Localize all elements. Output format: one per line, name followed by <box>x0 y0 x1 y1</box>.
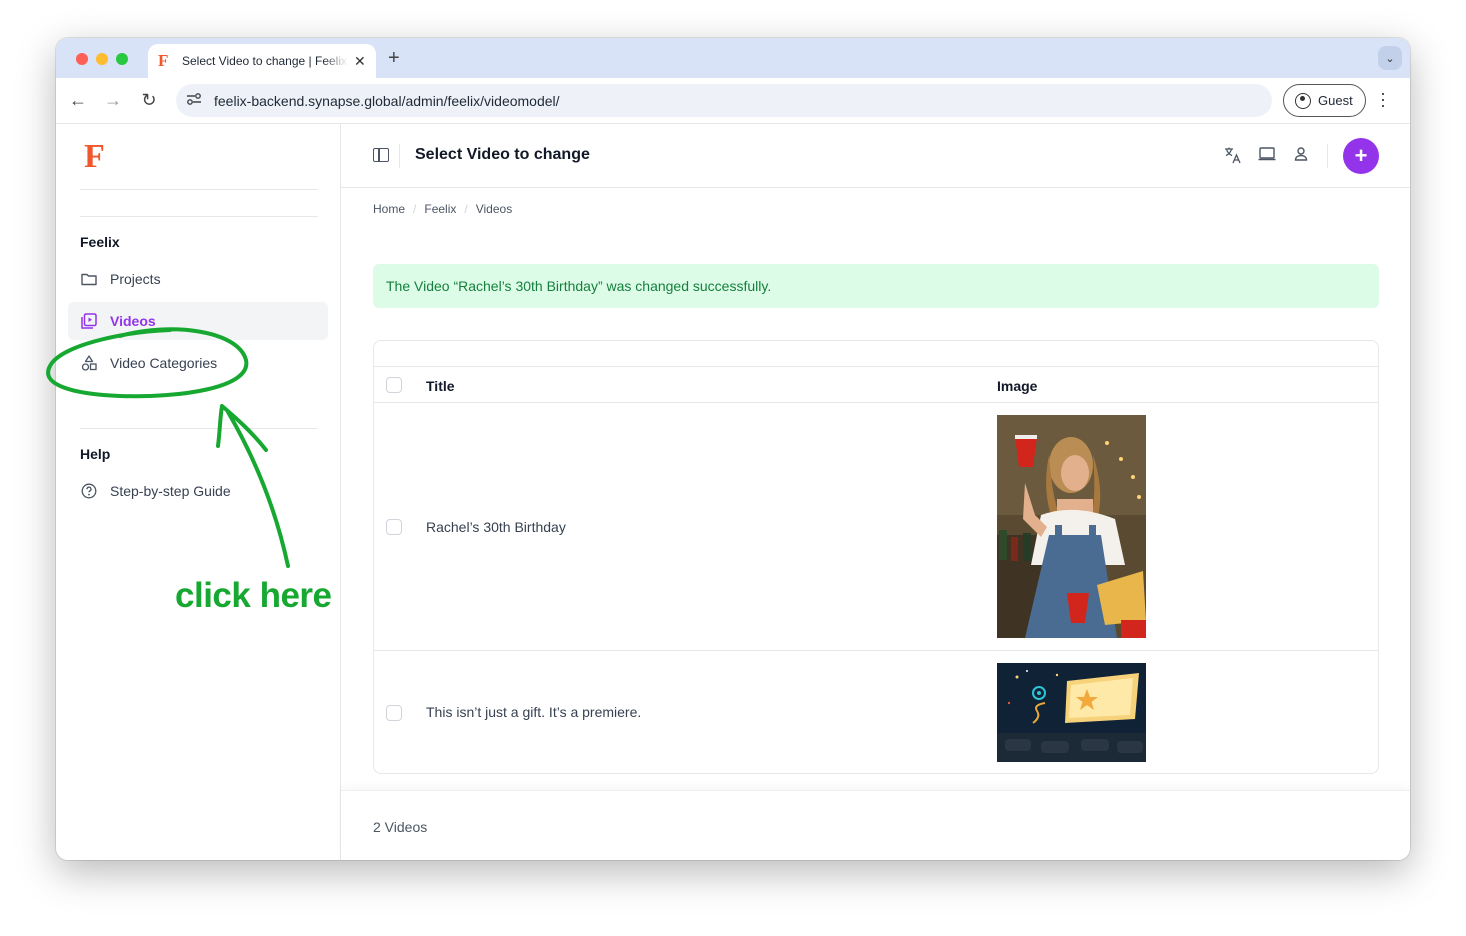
sidebar-divider <box>80 428 318 429</box>
header-divider <box>1327 144 1328 168</box>
sidebar-item-videos[interactable]: Videos <box>68 302 328 340</box>
success-message: The Video “Rachel’s 30th Birthday” was c… <box>386 278 772 294</box>
browser-window: F Select Video to change | Feelix ✕ + ⌄ … <box>56 38 1410 860</box>
sidebar-divider <box>80 216 318 217</box>
drive-in-cinema-thumbnail[interactable] <box>997 663 1146 762</box>
display-icon[interactable] <box>1258 146 1276 167</box>
feelix-logo[interactable]: F <box>84 138 105 176</box>
profile-button[interactable]: Guest <box>1283 84 1366 117</box>
tab-close-icon[interactable]: ✕ <box>354 53 366 70</box>
browser-tab-active[interactable]: F Select Video to change | Feelix ✕ <box>148 44 376 78</box>
forward-arrow-icon[interactable]: → <box>102 90 124 111</box>
column-header-image: Image <box>997 378 1038 394</box>
row-checkbox[interactable] <box>386 705 402 721</box>
row-title-link[interactable]: Rachel’s 30th Birthday <box>426 519 566 535</box>
profile-label: Guest <box>1318 93 1353 108</box>
close-window-button[interactable] <box>76 53 88 65</box>
breadcrumb-videos: Videos <box>475 202 513 216</box>
row-checkbox[interactable] <box>386 519 402 535</box>
breadcrumb-separator: / <box>464 202 468 216</box>
table-header: Title Image <box>374 366 1378 403</box>
sidebar-item-projects[interactable]: Projects <box>68 260 328 298</box>
select-all-checkbox[interactable] <box>386 377 402 393</box>
sidebar-item-label: Videos <box>110 313 156 329</box>
admin-sidebar: F Feelix Projects Videos Video Categorie… <box>56 124 341 860</box>
feelix-favicon-icon: F <box>158 51 169 70</box>
window-controls <box>76 53 128 65</box>
sidebar-item-video-categories[interactable]: Video Categories <box>68 344 328 382</box>
annotation-click-here: click here <box>175 576 332 615</box>
folder-icon <box>80 272 98 286</box>
main-content: Select Video to change + Home / Feelix / <box>341 124 1410 860</box>
screenshot-stage: F Select Video to change | Feelix ✕ + ⌄ … <box>0 0 1466 936</box>
tab-search-chevron-icon[interactable]: ⌄ <box>1378 46 1402 70</box>
table-row: Rachel’s 30th Birthday <box>374 403 1378 651</box>
sidebar-heading-help: Help <box>80 446 111 462</box>
back-arrow-icon[interactable]: ← <box>67 90 89 111</box>
breadcrumb-separator: / <box>413 202 417 216</box>
reload-icon[interactable]: ↻ <box>138 90 160 111</box>
url-text: feelix-backend.synapse.global/admin/feel… <box>214 92 560 109</box>
minimize-window-button[interactable] <box>96 53 108 65</box>
breadcrumb-feelix[interactable]: Feelix <box>424 202 456 216</box>
help-circle-icon <box>80 483 98 499</box>
translate-icon[interactable] <box>1224 146 1242 169</box>
column-header-title[interactable]: Title <box>426 378 455 394</box>
page-title: Select Video to change <box>415 146 590 163</box>
category-shapes-icon <box>80 355 98 371</box>
sidebar-toggle-icon[interactable] <box>373 148 389 162</box>
main-header: Select Video to change + <box>341 124 1410 188</box>
table-row: This isn’t just a gift. It’s a premiere. <box>374 651 1378 773</box>
sidebar-item-label: Projects <box>110 271 161 287</box>
maximize-window-button[interactable] <box>116 53 128 65</box>
result-count: 2 Videos <box>373 819 428 835</box>
sidebar-item-step-by-step-guide[interactable]: Step-by-step Guide <box>68 472 328 510</box>
sidebar-divider <box>80 189 318 190</box>
results-table: Title Image Rachel’s 30th Birthday This … <box>373 340 1379 774</box>
video-library-icon <box>80 313 98 329</box>
breadcrumb-home[interactable]: Home <box>373 202 405 216</box>
tab-title: Select Video to change | Feelix <box>182 54 347 68</box>
address-bar[interactable]: feelix-backend.synapse.global/admin/feel… <box>176 84 1272 117</box>
tab-strip: F Select Video to change | Feelix ✕ + ⌄ <box>56 38 1410 78</box>
sidebar-item-label: Step-by-step Guide <box>110 483 231 499</box>
add-video-button[interactable]: + <box>1343 138 1379 174</box>
sidebar-item-label: Video Categories <box>110 355 218 371</box>
sidebar-heading-feelix: Feelix <box>80 234 120 250</box>
breadcrumb: Home / Feelix / Videos <box>373 202 512 216</box>
success-alert: The Video “Rachel’s 30th Birthday” was c… <box>373 264 1379 308</box>
row-title-link[interactable]: This isn’t just a gift. It’s a premiere. <box>426 704 641 720</box>
user-icon[interactable] <box>1293 146 1309 167</box>
browser-toolbar: ← → ↻ feelix-backend.synapse.global/admi… <box>56 78 1410 124</box>
header-divider <box>399 144 400 168</box>
table-footer: 2 Videos <box>341 790 1410 860</box>
new-tab-button[interactable]: + <box>388 47 400 70</box>
site-settings-icon[interactable] <box>186 92 208 109</box>
profile-avatar-icon <box>1295 92 1311 109</box>
browser-menu-icon[interactable]: · · · <box>1380 84 1386 114</box>
party-photo-thumbnail[interactable] <box>997 415 1146 638</box>
